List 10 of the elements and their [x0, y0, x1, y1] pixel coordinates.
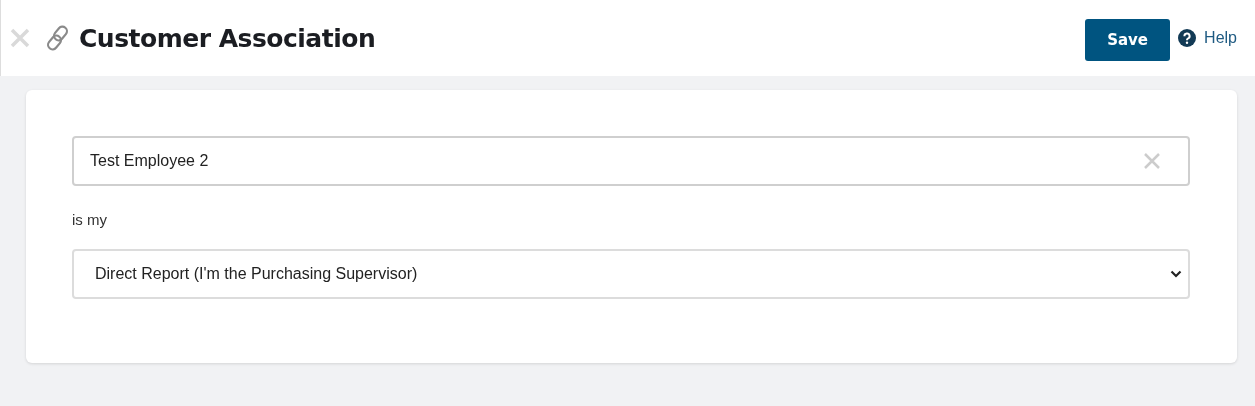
- clear-icon[interactable]: [1144, 153, 1160, 169]
- page-title: Customer Association: [79, 23, 376, 53]
- relation-dropdown[interactable]: Direct Report (I'm the Purchasing Supervisor): [72, 249, 1190, 299]
- save-button[interactable]: Save: [1085, 18, 1171, 61]
- chevron-down-icon: [1170, 270, 1182, 278]
- help-link[interactable]: Help: [1178, 29, 1237, 47]
- relation-label: is my: [72, 211, 108, 228]
- customer-field[interactable]: Test Employee 2: [72, 136, 1190, 186]
- help-icon: [1178, 29, 1197, 47]
- close-icon[interactable]: [9, 27, 31, 49]
